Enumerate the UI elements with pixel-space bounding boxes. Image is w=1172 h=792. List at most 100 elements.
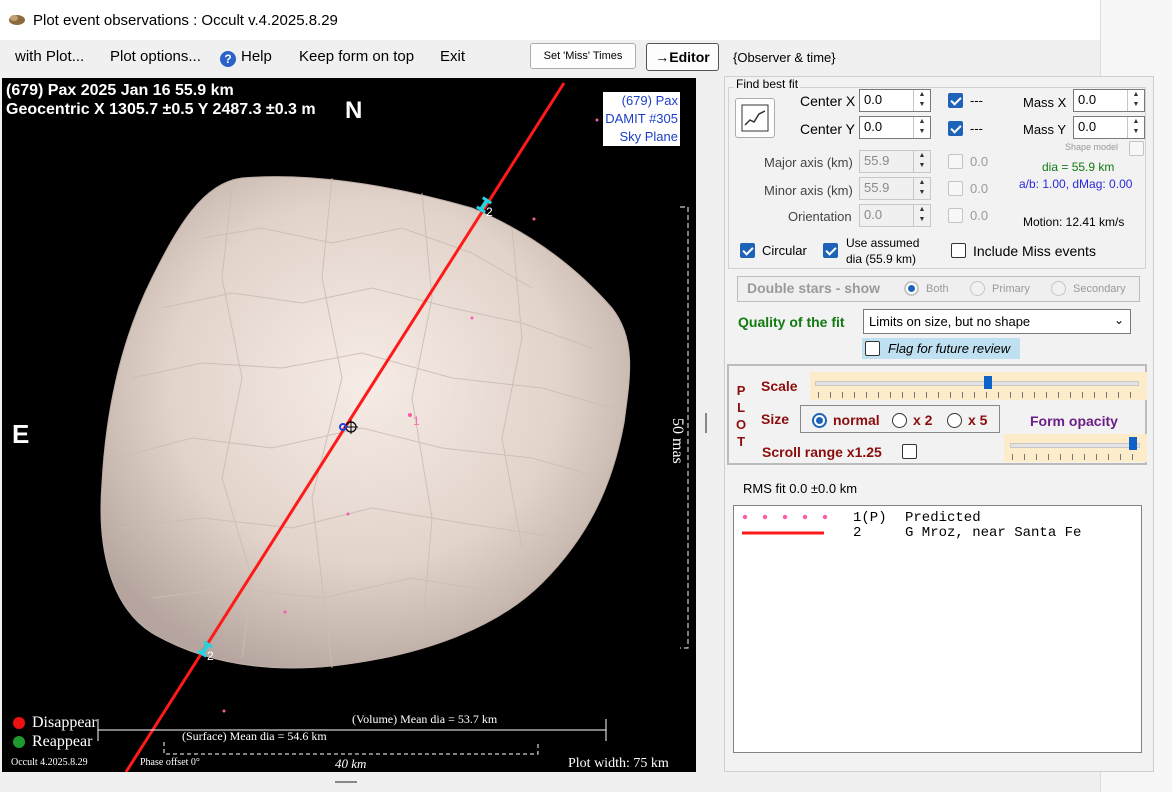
chord-label-1: 1 — [413, 414, 420, 428]
dia-text: dia = 55.9 km — [1042, 160, 1115, 174]
find-best-fit-label: Find best fit — [734, 77, 801, 91]
center-y-checkbox[interactable] — [948, 121, 963, 136]
include-miss-checkbox[interactable] — [951, 243, 966, 258]
minor-axis-input[interactable]: 55.9 ▲ ▼ — [859, 177, 931, 200]
scale-bar-label: 40 km — [335, 756, 367, 771]
menu-plot-options[interactable]: Plot options... — [110, 48, 201, 65]
set-miss-times-button[interactable]: Set 'Miss' Times — [530, 43, 636, 69]
plot-letter-l: L — [737, 400, 746, 415]
opacity-slider-thumb[interactable] — [1129, 437, 1137, 450]
splitter-handle[interactable] — [705, 413, 707, 433]
mass-x-value: 0.0 — [1078, 92, 1097, 107]
secondary-label: Secondary — [1073, 283, 1126, 295]
plot-width-label: Plot width: 75 km — [568, 756, 669, 771]
size-x5-radio[interactable] — [947, 413, 962, 428]
size-normal-radio[interactable] — [812, 413, 827, 428]
use-assumed-checkbox[interactable] — [823, 243, 838, 258]
orientation-checkbox[interactable] — [948, 208, 963, 223]
minor-axis-checkbox[interactable] — [948, 181, 963, 196]
rms-fit-label: RMS fit 0.0 ±0.0 km — [743, 481, 858, 496]
center-y-dash: --- — [970, 121, 983, 136]
center-x-checkbox[interactable] — [948, 93, 963, 108]
observer-time-label: {Observer & time} — [733, 50, 836, 65]
menu-with-plot[interactable]: with Plot... — [15, 48, 84, 65]
mass-x-input[interactable]: 0.0 ▲ ▼ — [1073, 89, 1145, 112]
title-bar: Plot event observations : Occult v.4.202… — [0, 0, 1100, 40]
mass-y-spinner[interactable]: ▲ ▼ — [1127, 117, 1144, 138]
menu-exit[interactable]: Exit — [440, 48, 465, 65]
app-icon — [9, 15, 25, 25]
list-item[interactable]: 1(P) Predicted — [734, 510, 1141, 526]
both-label: Both — [926, 283, 949, 295]
major-axis-label: Major axis (km) — [764, 155, 853, 170]
center-y-input[interactable]: 0.0 ▲ ▼ — [859, 116, 931, 139]
major-axis-value: 55.9 — [864, 153, 890, 168]
ab-dmag-text: a/b: 1.00, dMag: 0.00 — [1019, 177, 1133, 191]
use-assumed-dia-label: dia (55.9 km) — [846, 252, 917, 266]
plot-letter-o: O — [736, 417, 747, 432]
mass-x-spinner[interactable]: ▲ ▼ — [1127, 90, 1144, 111]
predicted-dots-icon — [742, 514, 828, 520]
orientation-spinner[interactable]: ▲ ▼ — [913, 205, 930, 226]
help-icon: ? — [220, 51, 236, 67]
menu-help[interactable]: ? Help — [220, 48, 272, 67]
bottom-grip[interactable] — [335, 781, 357, 783]
double-stars-label: Double stars - show — [747, 280, 881, 296]
disappear-dot — [13, 717, 25, 729]
plot-area[interactable]: (679) Pax 2025 Jan 16 55.9 km Geocentric… — [2, 78, 696, 772]
form-opacity-label: Form opacity — [1030, 413, 1118, 429]
legend-disappear: Disappear — [32, 714, 97, 731]
circular-label: Circular — [762, 243, 807, 258]
center-x-input[interactable]: 0.0 ▲ ▼ — [859, 89, 931, 112]
major-axis-checkbox[interactable] — [948, 154, 963, 169]
right-scale-label: 50 mas — [669, 418, 686, 464]
primary-label: Primary — [992, 283, 1030, 295]
flag-review-checkbox[interactable] — [865, 341, 880, 356]
circular-checkbox[interactable] — [740, 243, 755, 258]
opacity-slider-track[interactable] — [1010, 443, 1140, 448]
info-object: (679) Pax — [621, 93, 678, 108]
major-axis-spinner[interactable]: ▲ ▼ — [913, 151, 930, 172]
both-radio[interactable] — [904, 281, 919, 296]
editor-button[interactable]: →Editor — [646, 43, 719, 71]
observed-line-icon — [742, 531, 824, 535]
mass-y-label: Mass Y — [1023, 122, 1067, 137]
info-plane: Sky Plane — [619, 129, 678, 144]
major-axis-fixed: 0.0 — [970, 154, 989, 169]
scroll-range-checkbox[interactable] — [902, 444, 917, 459]
mass-y-input[interactable]: 0.0 ▲ ▼ — [1073, 116, 1145, 139]
plot-header-1: (679) Pax 2025 Jan 16 55.9 km — [6, 82, 234, 99]
list-item[interactable]: 2 G Mroz, near Santa Fe — [734, 525, 1141, 541]
plot-canvas — [13, 82, 689, 772]
orientation-value: 0.0 — [864, 207, 883, 222]
observer-list[interactable]: 1(P) Predicted 2 G Mroz, near Santa Fe — [733, 505, 1142, 753]
major-axis-input[interactable]: 55.9 ▲ ▼ — [859, 150, 931, 173]
auto-fit-button[interactable] — [735, 98, 775, 138]
include-miss-label: Include Miss events — [973, 243, 1096, 259]
fit-graph-icon — [741, 104, 769, 132]
size-x2-label: x 2 — [913, 412, 933, 428]
chord-label-2b: 2 — [207, 649, 214, 663]
scroll-range-label: Scroll range x1.25 — [762, 444, 882, 460]
menu-keep-on-top[interactable]: Keep form on top — [299, 48, 414, 65]
list-item-name: G Mroz, near Santa Fe — [905, 525, 1082, 541]
scale-slider-thumb[interactable] — [984, 376, 992, 389]
minor-axis-spinner[interactable]: ▲ ▼ — [913, 178, 930, 199]
version-label: Occult 4.2025.8.29 — [11, 757, 88, 768]
chord-label-2a: 2 — [486, 205, 493, 219]
shape-model-checkbox[interactable] — [1129, 141, 1144, 156]
orientation-label: Orientation — [788, 209, 852, 224]
orientation-input[interactable]: 0.0 ▲ ▼ — [859, 204, 931, 227]
mass-x-label: Mass X — [1023, 95, 1067, 110]
quality-value: Limits on size, but no shape — [869, 314, 1031, 329]
scale-label: Scale — [761, 378, 798, 394]
list-item-name: Predicted — [905, 510, 981, 526]
quality-dropdown[interactable]: Limits on size, but no shape ⌄ — [863, 309, 1131, 334]
secondary-radio[interactable] — [1051, 281, 1066, 296]
center-y-spinner[interactable]: ▲ ▼ — [913, 117, 930, 138]
primary-radio[interactable] — [970, 281, 985, 296]
minor-axis-fixed: 0.0 — [970, 181, 989, 196]
size-x2-radio[interactable] — [892, 413, 907, 428]
scale-slider-track[interactable] — [815, 381, 1139, 386]
center-x-spinner[interactable]: ▲ ▼ — [913, 90, 930, 111]
